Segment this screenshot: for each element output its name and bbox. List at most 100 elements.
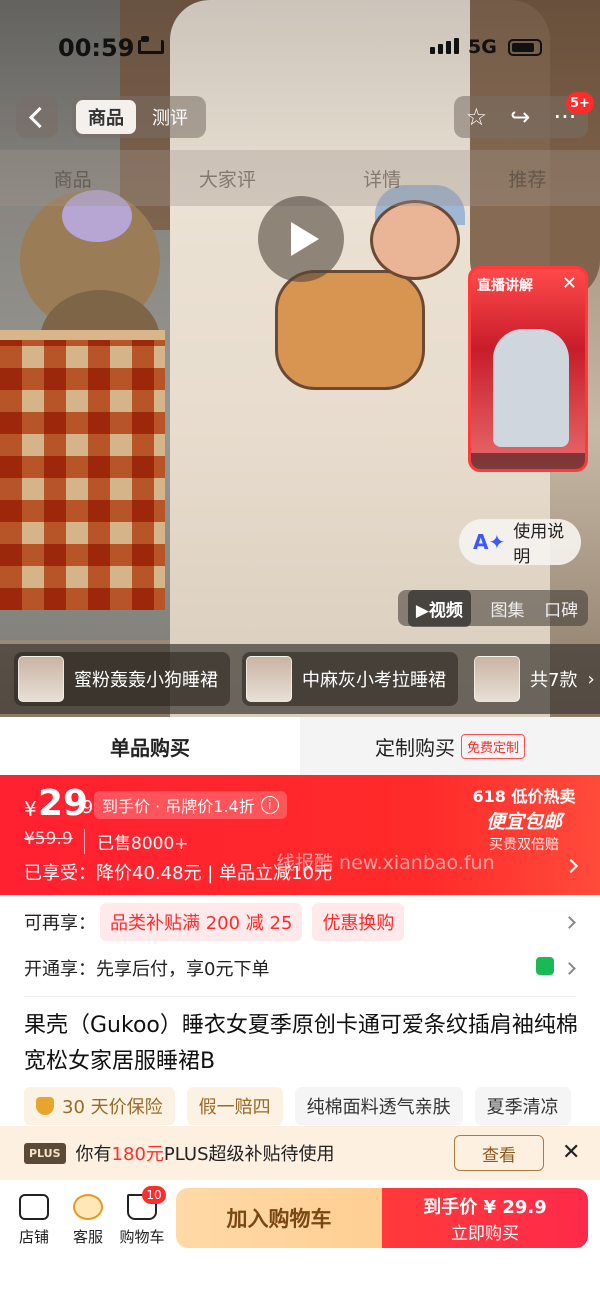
top-navigation: 商品 测评 ☆ ↪ ··· 5+ [0,92,600,140]
message-badge: 5+ [566,92,594,114]
free-custom-tag: 免费定制 [460,733,525,759]
variant-strip: 蜜粉轰轰小狗睡裙 中麻灰小考拉睡裙 共7款 › [0,644,600,714]
tab-recommend[interactable]: 推荐 [508,165,546,192]
view-switch: 商品 测评 [72,96,206,138]
plus-view-button[interactable]: 查看 [454,1135,544,1171]
store-button[interactable]: 店铺 [6,1190,62,1247]
media-tabs: ▶视频 图集 口碑 [398,589,588,627]
media-tab-video-label: 视频 [428,600,463,621]
original-price: ¥59.9 [24,829,73,849]
variant-thumbnail [246,656,292,702]
live-caption-bar [471,453,585,469]
print-head [370,200,460,280]
ai-label: 使用说明 [513,522,565,567]
status-bar: 00:59 5G [0,28,600,68]
variant-item[interactable]: 蜜粉轰轰小狗睡裙 [14,652,230,706]
feature-tag[interactable]: 夏季清凉 [474,1087,571,1125]
status-time: 00:59 [58,34,135,62]
variant-thumbnail [18,656,64,702]
buy-price-label: 到手价 ¥ 29.9 [423,1196,547,1218]
service-label: 客服 [72,1228,103,1246]
feature-tags: 30 天价保险 假一赔四 纯棉面料透气亲肤 夏季清凉 [24,1087,600,1125]
battery-icon [508,39,542,56]
variant-label: 蜜粉轰轰小狗睡裙 [74,670,218,691]
price-chip-label: 到手价 · 吊牌价1.4折 [102,797,255,816]
plus-logo: PLUS [24,1142,66,1164]
add-to-cart-button[interactable]: 加入购物车 [176,1188,382,1248]
feature-tag[interactable]: 假一赔四 [186,1087,283,1125]
cart-badge: 10 [142,1186,166,1204]
chevron-right-icon [563,961,576,975]
purchase-tabs: 单品购买 定制购买 免费定制 [0,717,600,775]
ai-usage-button[interactable]: A✦ 使用说明 [459,519,581,567]
paylater-text: 开通享：先享后付，享0元下单 [24,959,270,980]
price-chip[interactable]: 到手价 · 吊牌价1.4折 i [94,791,287,819]
segment-review[interactable]: 测评 [140,100,200,134]
hero-basket [0,330,165,610]
feature-tag[interactable]: 纯棉面料透气亲肤 [294,1087,463,1125]
store-label: 店铺 [18,1228,49,1246]
feature-label: 30 天价保险 [62,1097,163,1118]
cart-label: 购物车 [119,1228,165,1246]
ai-sparkle-icon: A✦ [473,530,506,554]
store-icon [19,1194,49,1220]
variant-item[interactable]: 中麻灰小考拉睡裙 [242,652,458,706]
coupon-row[interactable]: 可再享： 品类补贴满 200 减 25 优惠换购 [0,900,600,944]
tab-single-label: 单品购买 [110,735,190,760]
coupon-label: 可再享： [24,913,96,934]
tab-custom-label: 定制购买 [374,735,455,760]
tab-reviews[interactable]: 大家评 [199,165,256,192]
tab-product[interactable]: 商品 [54,165,92,192]
variant-label: 中麻灰小考拉睡裙 [302,670,446,691]
segment-product[interactable]: 商品 [76,100,136,134]
tab-single-purchase[interactable]: 单品购买 [0,717,300,775]
plus-text-post: PLUS超级补贴待使用 [163,1144,335,1165]
live-stream-card[interactable]: 直播讲解 ✕ [468,266,588,472]
price-currency: ¥ [24,797,37,821]
promo-badge: 618 低价热卖 便宜包邮 买贵双倍赔 [454,783,594,854]
close-live-icon[interactable]: ✕ [562,273,577,294]
media-tab-reviews[interactable]: 口碑 [544,596,578,621]
sleep-mode-icon [138,36,164,54]
plus-subsidy-bar: PLUS 你有 180元 PLUS超级补贴待使用 查看 ✕ [0,1126,600,1180]
media-tab-gallery[interactable]: 图集 [491,596,525,621]
signal-icon [430,38,459,54]
watermark: 线报酷 new.xianbao.fun [276,852,495,874]
wallet-icon [536,957,554,975]
media-tab-video[interactable]: ▶视频 [407,589,471,627]
chevron-right-icon [563,858,579,874]
info-icon: i [260,796,279,814]
promo-line1: 618 低价热卖 [472,787,576,806]
print-horse [275,270,425,390]
price-decimal: .9 [76,797,94,818]
live-label: 直播讲解 [477,278,533,294]
coupon-pill[interactable]: 优惠换购 [312,903,405,941]
product-title: 果壳（Gukoo）睡衣女夏季原创卡通可爱条纹插肩袖纯棉宽松女家居服睡裙B [24,1013,578,1074]
chat-icon [73,1194,103,1220]
plus-text-pre: 你有 [75,1144,112,1165]
bottom-action-bar: 店铺 客服 购物车 10 加入购物车 到手价 ¥ 29.9 立即购买 [0,1180,600,1304]
tab-details[interactable]: 详情 [363,165,401,192]
price-banner[interactable]: ¥ 29 .9 到手价 · 吊牌价1.4折 i ¥59.9 已售8000+ 已享… [0,775,600,895]
buy-now-label: 立即购买 [451,1223,519,1244]
tab-custom-purchase[interactable]: 定制购买 免费定制 [300,717,600,775]
share-icon[interactable]: ↪ [510,103,530,131]
paylater-row[interactable]: 开通享：先享后付，享0元下单 [0,948,600,988]
favorite-star-icon[interactable]: ☆ [466,103,488,131]
play-video-button[interactable] [258,196,344,282]
coupon-pill[interactable]: 品类补贴满 200 减 25 [100,903,303,941]
customer-service-button[interactable]: 客服 [60,1190,116,1247]
network-type: 5G [468,36,497,58]
shield-icon [36,1097,54,1115]
variant-count-button[interactable]: 共7款 › [470,652,595,706]
promo-line2: 便宜包邮 [485,811,562,833]
back-button[interactable] [16,96,58,138]
close-icon[interactable]: ✕ [562,1140,580,1165]
variant-count: 共7款 [530,670,578,691]
chevron-right-icon [563,915,576,929]
variant-thumbnail [474,656,520,702]
feature-tag[interactable]: 30 天价保险 [24,1087,175,1125]
sold-count: 已售8000+ [84,829,189,854]
live-thumbnail [493,329,569,447]
buy-now-button[interactable]: 到手价 ¥ 29.9 立即购买 [382,1188,588,1248]
